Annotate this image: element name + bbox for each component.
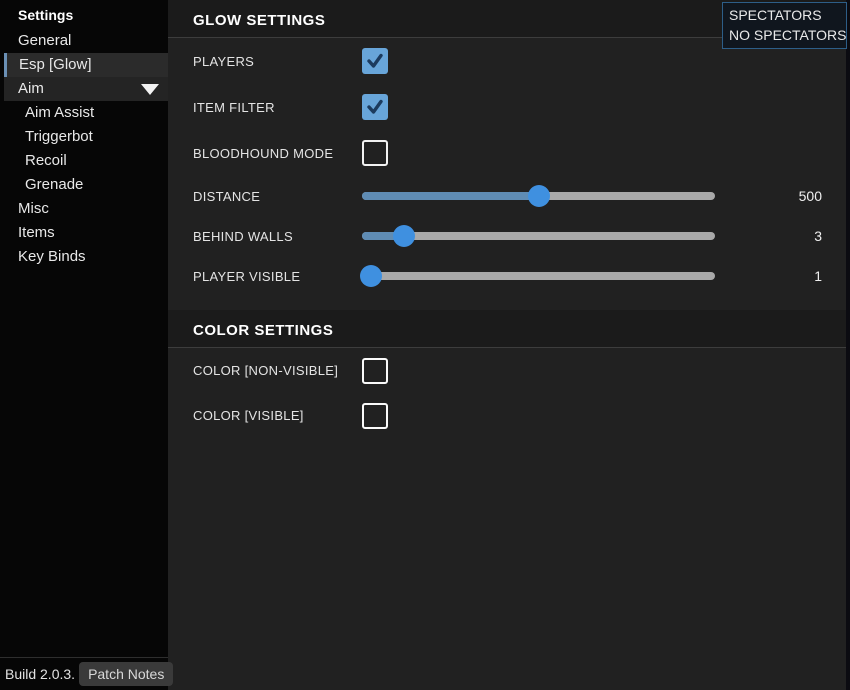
- sidebar-item-label: Misc: [18, 200, 49, 217]
- glow-slider-rows: DISTANCE 500 BEHIND WALLS 3 PLAYER VISIB…: [168, 176, 850, 296]
- sidebar-item-label: Grenade: [25, 176, 83, 193]
- slider-track[interactable]: [362, 272, 715, 280]
- spectators-panel-title: SPECTATORS: [729, 5, 846, 25]
- slider-distance[interactable]: [362, 185, 715, 207]
- sidebar-item-recoil[interactable]: Recoil: [0, 149, 168, 173]
- checkbox-players[interactable]: [362, 48, 388, 74]
- checkbox-bloodhound-mode[interactable]: [362, 140, 388, 166]
- sidebar-item-misc[interactable]: Misc: [0, 197, 168, 221]
- color-settings-section-header-band: COLOR SETTINGS: [168, 310, 850, 348]
- sidebar-item-general[interactable]: General: [0, 29, 168, 53]
- toggle-label: PLAYERS: [193, 54, 362, 69]
- slider-row: BEHIND WALLS 3: [168, 216, 850, 256]
- slider-thumb[interactable]: [528, 185, 550, 207]
- color-settings-title: COLOR SETTINGS: [168, 310, 850, 339]
- checkbox-item-filter[interactable]: [362, 94, 388, 120]
- spectators-panel: SPECTATORS NO SPECTATORS: [722, 2, 847, 49]
- color-swatch-row: COLOR [NON-VISIBLE]: [168, 348, 850, 393]
- sidebar-item-label: Items: [18, 224, 55, 241]
- slider-row: DISTANCE 500: [168, 176, 850, 216]
- sidebar-item-grenade[interactable]: Grenade: [0, 173, 168, 197]
- sidebar-footer: Build 2.0.3. Patch Notes: [0, 657, 168, 690]
- slider-thumb[interactable]: [393, 225, 415, 247]
- slider-label: PLAYER VISIBLE: [193, 269, 362, 284]
- color-swatch-color-non-visible[interactable]: [362, 358, 388, 384]
- sidebar-item-label: Aim: [18, 80, 44, 97]
- color-swatch-row: COLOR [VISIBLE]: [168, 393, 850, 438]
- color-swatch-color-visible[interactable]: [362, 403, 388, 429]
- window-right-edge: [846, 0, 850, 690]
- section-gap: [168, 296, 850, 310]
- sidebar-item-label: General: [18, 32, 71, 49]
- sidebar-item-aim-assist[interactable]: Aim Assist: [0, 101, 168, 125]
- patch-notes-button[interactable]: Patch Notes: [79, 662, 173, 686]
- toggle-row: ITEM FILTER: [168, 84, 850, 130]
- slider-label: BEHIND WALLS: [193, 229, 362, 244]
- toggle-label: BLOODHOUND MODE: [193, 146, 362, 161]
- sidebar-nav: General Esp [Glow] Aim Aim Assist Trigge…: [0, 29, 168, 269]
- sidebar-item-label: Triggerbot: [25, 128, 93, 145]
- slider-thumb[interactable]: [360, 265, 382, 287]
- slider-player-visible[interactable]: [362, 265, 715, 287]
- slider-label: DISTANCE: [193, 189, 362, 204]
- sidebar-item-label: Esp [Glow]: [19, 56, 92, 73]
- build-version: Build 2.0.3.: [0, 666, 75, 682]
- toggle-row: BLOODHOUND MODE: [168, 130, 850, 176]
- sidebar-item-key-binds[interactable]: Key Binds: [0, 245, 168, 269]
- slider-behind-walls[interactable]: [362, 225, 715, 247]
- sidebar: Settings General Esp [Glow] Aim Aim Assi…: [0, 0, 168, 690]
- check-icon: [365, 97, 385, 117]
- sidebar-item-items[interactable]: Items: [0, 221, 168, 245]
- color-swatch-rows: COLOR [NON-VISIBLE] COLOR [VISIBLE]: [168, 348, 850, 438]
- chevron-down-icon: [141, 84, 159, 95]
- toggle-label: ITEM FILTER: [193, 100, 362, 115]
- slider-row: PLAYER VISIBLE 1: [168, 256, 850, 296]
- color-swatch-label: COLOR [NON-VISIBLE]: [193, 363, 362, 378]
- slider-value: 3: [715, 228, 822, 244]
- color-swatch-label: COLOR [VISIBLE]: [193, 408, 362, 423]
- sidebar-title: Settings: [0, 0, 168, 29]
- glow-checkbox-rows: PLAYERS ITEM FILTER BLOODHOUND MODE: [168, 38, 850, 176]
- check-icon: [365, 51, 385, 71]
- sidebar-item-triggerbot[interactable]: Triggerbot: [0, 125, 168, 149]
- main-panel: GLOW SETTINGS PLAYERS ITEM FILTER BLOODH…: [168, 0, 850, 690]
- sidebar-item-label: Aim Assist: [25, 104, 94, 121]
- slider-fill: [362, 192, 539, 200]
- sidebar-item-label: Recoil: [25, 152, 67, 169]
- slider-value: 1: [715, 268, 822, 284]
- sidebar-item-esp-glow[interactable]: Esp [Glow]: [4, 53, 168, 77]
- spectators-status: NO SPECTATORS: [729, 25, 846, 45]
- slider-value: 500: [715, 188, 822, 204]
- sidebar-item-label: Key Binds: [18, 248, 86, 265]
- sidebar-item-aim[interactable]: Aim: [4, 77, 168, 101]
